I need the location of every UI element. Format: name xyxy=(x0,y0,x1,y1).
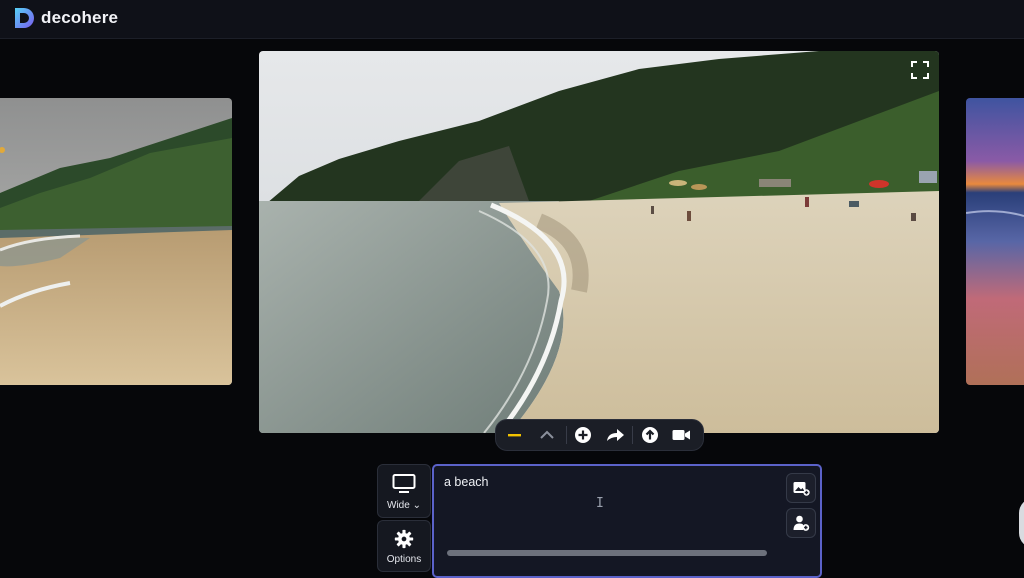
prompt-input[interactable]: a beach I xyxy=(432,464,822,578)
add-person-icon xyxy=(793,515,810,531)
prompt-text[interactable]: a beach xyxy=(444,475,488,489)
text-cursor-icon: I xyxy=(596,496,604,511)
beach-main-image[interactable] xyxy=(259,51,939,433)
beach-left-thumbnail[interactable] xyxy=(0,98,232,385)
image-toolbar xyxy=(495,419,704,451)
video-icon[interactable] xyxy=(670,424,692,446)
aspect-ratio-label: Wide ⌄ xyxy=(378,500,430,511)
add-person-button[interactable] xyxy=(786,508,816,538)
aspect-ratio-text: Wide xyxy=(387,500,410,511)
chevron-up-icon[interactable] xyxy=(536,424,558,446)
gear-icon xyxy=(394,529,414,549)
toolbar-divider xyxy=(632,426,633,444)
add-circle-icon[interactable] xyxy=(572,424,594,446)
sunset-right-thumbnail[interactable] xyxy=(966,98,1024,385)
options-button[interactable]: Options xyxy=(377,520,431,572)
upload-icon[interactable] xyxy=(639,424,661,446)
share-icon[interactable] xyxy=(604,424,626,446)
monitor-icon xyxy=(392,474,416,493)
logo-icon[interactable] xyxy=(12,6,36,30)
options-label: Options xyxy=(386,554,422,565)
prompt-scrollbar[interactable] xyxy=(447,550,767,556)
minus-icon[interactable] xyxy=(504,424,526,446)
edge-widget[interactable] xyxy=(1019,498,1024,548)
aspect-ratio-button[interactable]: Wide ⌄ xyxy=(377,464,431,518)
expand-icon[interactable] xyxy=(910,60,930,80)
top-bar: decohere xyxy=(0,0,1024,39)
chevron-down-icon: ⌄ xyxy=(412,500,421,511)
add-image-button[interactable] xyxy=(786,473,816,503)
toolbar-divider xyxy=(566,426,567,444)
app-name[interactable]: decohere xyxy=(41,8,118,28)
add-image-icon xyxy=(793,482,810,496)
